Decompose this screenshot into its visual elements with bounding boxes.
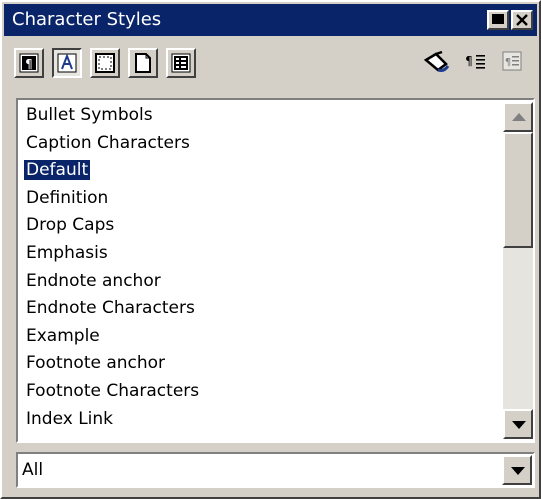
character-styles-icon: [57, 53, 77, 73]
new-style-from-selection-button[interactable]: ¶: [460, 48, 490, 78]
style-list-item[interactable]: Endnote anchor: [20, 268, 503, 296]
close-icon: [516, 14, 528, 26]
style-list-item-label: Drop Caps: [26, 215, 115, 236]
style-toolbar: ¶ ¶ ¶: [4, 40, 537, 88]
style-list-item-label: Endnote Characters: [26, 298, 195, 319]
update-style-button[interactable]: ¶: [498, 48, 528, 78]
style-list-item-label: Caption Characters: [26, 132, 190, 153]
style-list-item[interactable]: Footnote Characters: [20, 378, 503, 406]
styles-list[interactable]: Bullet Symbols Caption Characters Default D…: [16, 98, 535, 443]
new-style-from-selection-icon: ¶: [465, 54, 485, 69]
list-styles-icon: [171, 53, 191, 73]
style-list-item-label: Footnote anchor: [26, 353, 166, 374]
scroll-up-arrow-icon: [512, 113, 526, 121]
chevron-down-icon: [511, 467, 525, 475]
style-list-item[interactable]: Caption Characters: [20, 130, 503, 158]
style-list-item-label: Endnote anchor: [26, 270, 161, 291]
style-list-item-label: Footnote Characters: [26, 380, 200, 401]
vertical-scrollbar[interactable]: [503, 102, 533, 439]
style-list-item[interactable]: Definition: [20, 185, 503, 213]
svg-text:¶: ¶: [505, 57, 511, 68]
style-list-item-label: Index Link: [26, 408, 114, 429]
svg-text:¶: ¶: [465, 54, 473, 68]
style-list-item[interactable]: Emphasis: [20, 240, 503, 268]
character-styles-button[interactable]: [52, 48, 82, 78]
minimize-button[interactable]: [487, 10, 509, 30]
minimize-icon: [492, 14, 504, 24]
title-bar[interactable]: Character Styles: [4, 4, 537, 36]
frame-styles-icon: [95, 53, 115, 73]
style-list-item[interactable]: Footnote anchor: [20, 350, 503, 378]
style-list-item[interactable]: Default: [20, 157, 503, 185]
close-button[interactable]: [511, 10, 533, 30]
style-list-item-label: Bullet Symbols: [26, 105, 153, 125]
page-styles-button[interactable]: [128, 48, 158, 78]
list-styles-button[interactable]: [166, 48, 196, 78]
style-list-item[interactable]: Example: [20, 323, 503, 351]
svg-text:¶: ¶: [25, 57, 33, 71]
style-list-item[interactable]: Drop Caps: [20, 212, 503, 240]
style-list-item-label: Emphasis: [26, 242, 108, 263]
fill-format-mode-button[interactable]: [422, 48, 452, 78]
paragraph-styles-icon: ¶: [19, 53, 39, 73]
style-list-item[interactable]: Endnote Characters: [20, 295, 503, 323]
style-filter-dropdown[interactable]: All: [16, 452, 535, 488]
fill-format-mode-icon: [424, 50, 450, 72]
style-list-item-label: Default: [22, 159, 92, 182]
character-styles-window: Character Styles ¶ ¶ ¶ Bullet Symbols Ca…: [0, 0, 541, 499]
dropdown-button[interactable]: [502, 455, 532, 485]
scroll-up-button[interactable]: [503, 102, 533, 132]
scroll-thumb[interactable]: [503, 132, 533, 248]
page-styles-icon: [135, 53, 151, 73]
paragraph-styles-button[interactable]: ¶: [14, 48, 44, 78]
update-style-icon: ¶: [502, 51, 522, 71]
style-filter-value: All: [22, 460, 44, 480]
style-list-item[interactable]: Index Link: [20, 406, 503, 434]
style-list-item[interactable]: Bullet Symbols: [20, 102, 503, 130]
style-list-item-label: Definition: [26, 187, 109, 208]
frame-styles-button[interactable]: [90, 48, 120, 78]
scroll-down-button[interactable]: [503, 409, 533, 439]
styles-list-items: Bullet Symbols Caption Characters Default D…: [20, 102, 503, 439]
window-title: Character Styles: [12, 9, 162, 30]
style-list-item-label: Example: [26, 325, 100, 346]
scroll-down-arrow-icon: [512, 421, 526, 429]
